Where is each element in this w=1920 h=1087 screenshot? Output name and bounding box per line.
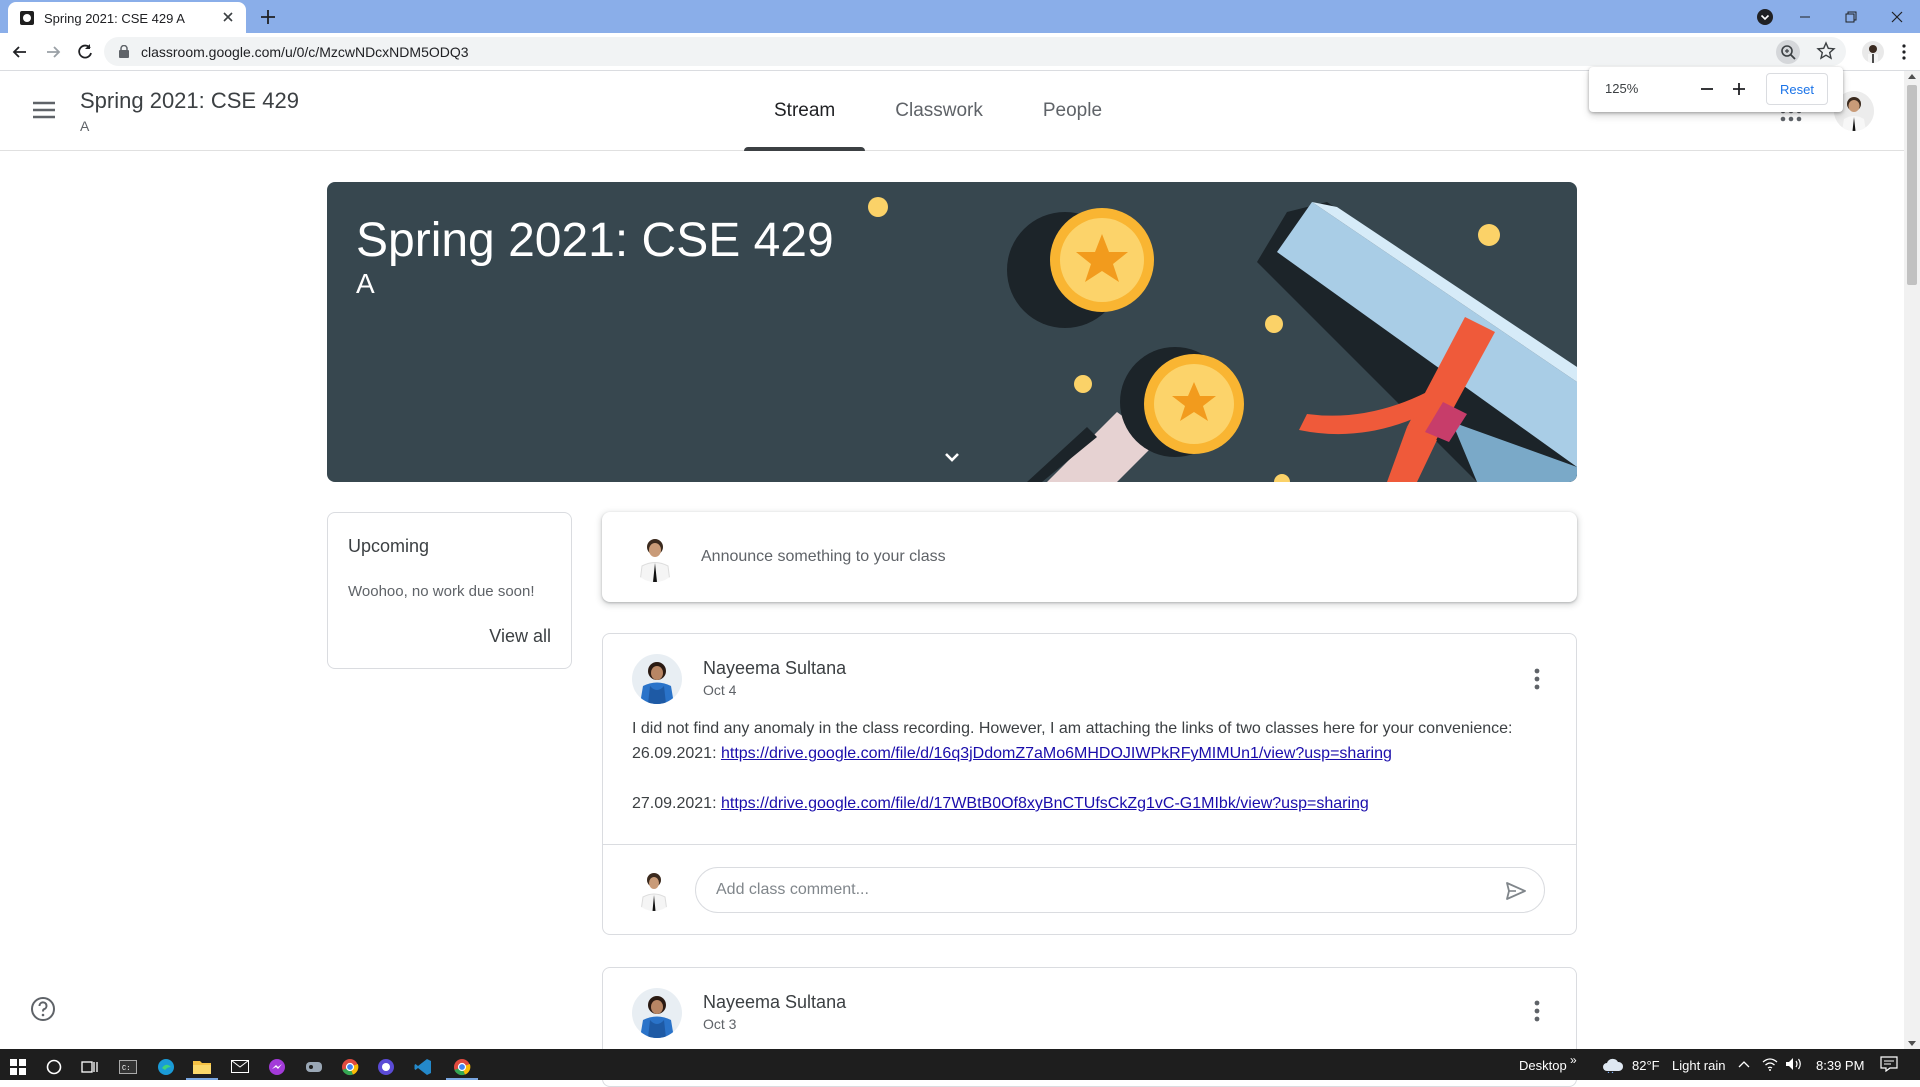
chrome-active-icon[interactable] (444, 1053, 480, 1080)
chevron-down-icon[interactable] (937, 442, 967, 472)
upcoming-card: Upcoming Woohoo, no work due soon! View … (327, 512, 572, 669)
post-link-line-2: 27.09.2021: https://drive.google.com/fil… (632, 791, 1552, 816)
class-comment-input[interactable]: Add class comment... (695, 867, 1545, 913)
close-window-button[interactable] (1874, 0, 1920, 33)
messenger-icon[interactable] (259, 1053, 295, 1080)
zoom-reset-button[interactable]: Reset (1766, 73, 1828, 105)
bookmark-star-icon[interactable] (1816, 41, 1836, 61)
post-link-line-1: 26.09.2021: https://drive.google.com/fil… (632, 741, 1552, 766)
more-vert-icon[interactable] (1534, 667, 1540, 691)
course-section: A (80, 118, 90, 134)
banner-course-title: Spring 2021: CSE 429 (356, 214, 834, 267)
url-text[interactable]: classroom.google.com/u/0/c/MzcwNDcxNDM5O… (141, 44, 469, 60)
author-avatar (632, 654, 682, 704)
svg-text:C:: C: (122, 1065, 130, 1073)
mail-icon[interactable] (222, 1053, 258, 1080)
clock-time[interactable]: 8:39 PM (1816, 1058, 1864, 1073)
course-title[interactable]: Spring 2021: CSE 429 (80, 88, 299, 114)
app-icon[interactable] (368, 1053, 404, 1080)
banner-course-section: A (356, 268, 375, 299)
game-icon[interactable] (296, 1053, 332, 1080)
browser-toolbar: classroom.google.com/u/0/c/MzcwNDcxNDM5O… (0, 33, 1920, 71)
forward-icon[interactable] (43, 42, 63, 62)
window-controls (1782, 0, 1920, 33)
tab-people[interactable]: People (1013, 71, 1132, 151)
scroll-down-icon[interactable] (1908, 1041, 1916, 1046)
terminal-icon[interactable]: C: (110, 1053, 146, 1080)
zoom-in-icon[interactable] (1729, 79, 1749, 99)
zoom-out-icon[interactable] (1697, 79, 1717, 99)
browser-tab-bar: Spring 2021: CSE 429 A (0, 0, 1920, 33)
announce-placeholder[interactable]: Announce something to your class (701, 548, 946, 566)
weather-temperature[interactable]: 82°F (1632, 1058, 1660, 1073)
divider (603, 844, 1576, 845)
zoom-level: 125% (1605, 81, 1639, 96)
tab-title: Spring 2021: CSE 429 A (44, 11, 185, 26)
view-all-link[interactable]: View all (489, 626, 551, 647)
post-author: Nayeema Sultana (703, 992, 847, 1012)
announce-box[interactable]: Announce something to your class (602, 512, 1577, 602)
wifi-icon[interactable] (1762, 1057, 1778, 1071)
course-banner: Spring 2021: CSE 429 A (327, 182, 1577, 482)
link-date: 26.09.2021: (632, 745, 721, 762)
post-text-line: I did not find any anomaly in the class … (632, 720, 1513, 737)
drive-link[interactable]: https://drive.google.com/file/d/16q3jDdo… (721, 745, 1392, 762)
file-explorer-icon[interactable] (184, 1053, 220, 1080)
chevron-up-icon[interactable] (1738, 1060, 1750, 1068)
author-avatar (632, 988, 682, 1038)
chevron-icon[interactable]: » (1570, 1053, 1577, 1067)
avatar (630, 532, 680, 582)
comment-placeholder: Add class comment... (716, 881, 869, 898)
edge-icon[interactable] (148, 1053, 184, 1080)
classroom-favicon-icon (20, 11, 34, 25)
zoom-popup: 125% Reset (1589, 67, 1843, 112)
post-date: Oct 4 (703, 682, 737, 698)
drive-link[interactable]: https://drive.google.com/file/d/17WBtB0O… (721, 795, 1369, 812)
new-tab-icon[interactable] (258, 7, 278, 27)
send-icon[interactable] (1504, 879, 1528, 903)
windows-taskbar: C: Desktop » 82°F Light rain 8:39 PM (0, 1049, 1920, 1080)
page-scrollbar[interactable] (1904, 71, 1920, 1049)
lock-icon[interactable] (118, 45, 130, 58)
post-body: I did not find any anomaly in the class … (632, 716, 1552, 816)
weather-condition[interactable]: Light rain (1672, 1058, 1725, 1073)
tab-close-icon[interactable] (220, 9, 236, 25)
back-icon[interactable] (10, 42, 30, 62)
chrome-icon[interactable] (332, 1053, 368, 1080)
scroll-up-icon[interactable] (1908, 74, 1916, 79)
browser-tab[interactable]: Spring 2021: CSE 429 A (8, 2, 246, 33)
address-bar[interactable]: classroom.google.com/u/0/c/MzcwNDcxNDM5O… (104, 37, 1846, 66)
stream-post: Nayeema Sultana Oct 4 I did not find any… (602, 633, 1577, 935)
post-author: Nayeema Sultana (703, 658, 847, 678)
weather-cloud-icon[interactable] (1602, 1057, 1624, 1073)
notifications-icon[interactable] (1880, 1056, 1898, 1072)
volume-icon[interactable] (1785, 1057, 1803, 1071)
help-icon[interactable] (30, 996, 56, 1022)
tab-search-icon[interactable] (1756, 8, 1774, 26)
tab-classwork[interactable]: Classwork (865, 71, 1013, 151)
vscode-icon[interactable] (405, 1053, 441, 1080)
link-date: 27.09.2021: (632, 795, 721, 812)
restore-button[interactable] (1828, 0, 1874, 33)
scroll-thumb[interactable] (1907, 85, 1917, 285)
desktop-toolbar-label[interactable]: Desktop (1519, 1058, 1567, 1073)
upcoming-empty-message: Woohoo, no work due soon! (348, 583, 535, 600)
upcoming-title: Upcoming (348, 536, 430, 556)
windows-start-icon[interactable] (0, 1053, 36, 1080)
reload-icon[interactable] (75, 42, 95, 62)
chrome-profile-avatar[interactable] (1862, 41, 1884, 63)
zoom-icon[interactable] (1776, 40, 1800, 64)
search-icon[interactable] (36, 1053, 72, 1080)
chrome-menu-icon[interactable] (1894, 42, 1914, 62)
more-vert-icon[interactable] (1534, 999, 1540, 1023)
minimize-button[interactable] (1782, 0, 1828, 33)
avatar (632, 867, 676, 911)
post-date: Oct 3 (703, 1016, 737, 1032)
tab-stream[interactable]: Stream (744, 71, 866, 151)
course-nav-tabs: Stream Classwork People (744, 71, 1132, 151)
task-view-icon[interactable] (72, 1053, 108, 1080)
main-menu-icon[interactable] (30, 98, 58, 122)
